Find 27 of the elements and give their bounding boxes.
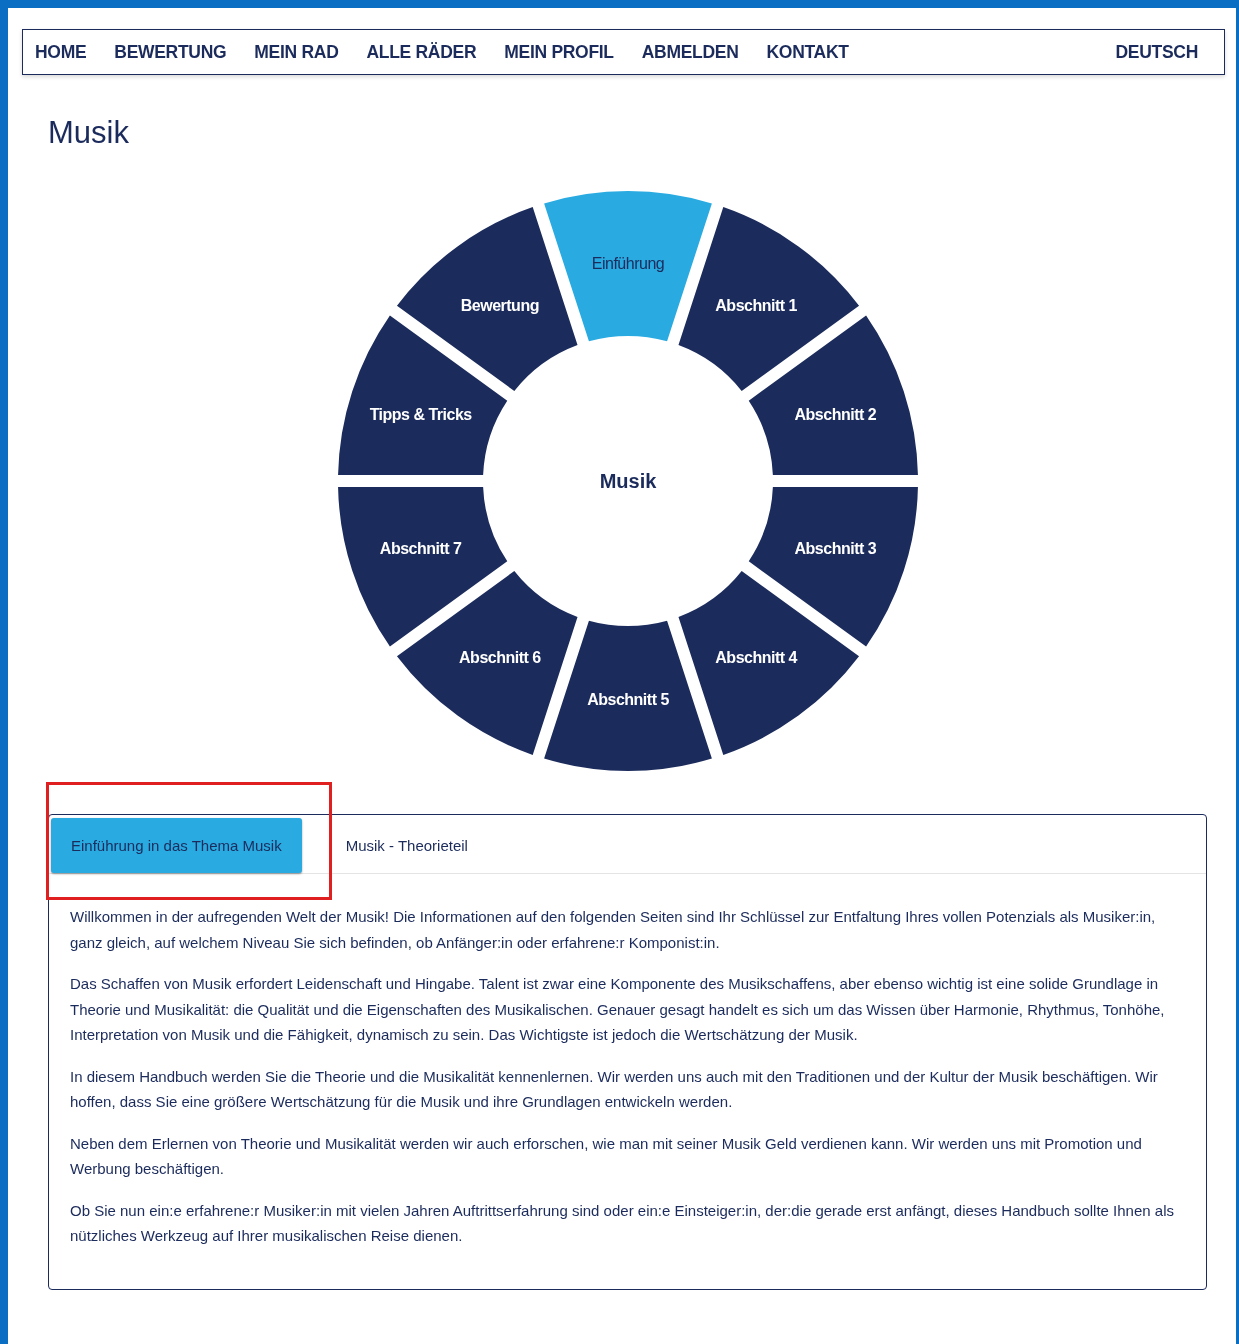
wheel-segment[interactable]: Abschnitt 2 [748,315,918,475]
nav-link[interactable]: HOME [35,41,87,63]
paragraph: Willkommen in der aufregenden Welt der Musik! Die Informationen auf den folgenden Seiten sind Ihr Schlüssel zur Entfaltung Ihres vollen Potenzials als Musiker:in, ganz gleich, auf welchem Niveau Sie sich befinden, ob Anfänger:in oder erfahrene:r Komponist:in. [70,907,1157,953]
wheel-segment[interactable]: Tipps & Tricks [337,315,507,475]
language-link[interactable]: DEUTSCH [1115,41,1198,63]
tab[interactable]: Einführung in das Thema Musik [51,817,302,873]
nav-link[interactable]: MEIN RAD [254,41,339,63]
paragraph: In diesem Handbuch werden Sie die Theorie und die Musikalität kennenlernen. Wir werden uns auch mit den Traditionen und der Kultur der Musik beschäftigen. Wir hoffen, dass Sie eine größere Wertschätzung für die Musik und ihre Grundlagen entwickeln werden. [70,1066,1159,1112]
nav-link[interactable]: MEIN PROFIL [504,41,614,63]
wheel-segment[interactable]: Einführung [543,191,712,342]
paragraph: Das Schaffen von Musik erfordert Leidenschaft und Hingabe. Talent ist zwar eine Komponente des Musikschaffens, aber ebenso wichtig ist eine solide Grundlage in Theorie und Musikalität: die Qualität und die Eigenschaften des Musikalischen. Genauer gesagt handelt es sich um das Wissen über Harmonie, Rhythmus, Tonhöhe, Interpretation von Musik und die Fähigkeit, dynamisch zu sein. Das Wichtigste ist jedoch die Wertschätzung der Musik. [70,974,1166,1045]
tab[interactable]: Musik - Theorieteil [325,817,488,873]
nav-link[interactable]: KONTAKT [766,41,849,63]
wheel-segment[interactable]: Bewertung [396,207,577,391]
wheel-segment[interactable]: Abschnitt 5 [543,620,712,771]
nav-link[interactable]: BEWERTUNG [114,41,227,63]
wheel-center-label: Musik [599,470,656,492]
page-title: Musik [48,115,130,151]
nav-link[interactable]: ABMELDEN [641,41,739,63]
paragraph: Ob Sie nun ein:e erfahrene:r Musiker:in mit vielen Jahren Auftrittserfahrung sind oder ein:e Einsteiger:in, der:die gerade erst anfängt, dieses Handbuch sollte Ihnen als nützliches Werkzeug auf Ihrer musikalischen Reise dienen. [70,1200,1175,1246]
nav-link[interactable]: ALLE RÄDER [366,41,477,63]
wheel-segment[interactable]: Abschnitt 1 [678,207,859,391]
wheel-segment[interactable]: Abschnitt 6 [396,571,577,755]
wheel-segment[interactable]: Abschnitt 4 [678,571,859,755]
wheel-segment[interactable]: Abschnitt 3 [748,487,918,647]
wheel-segment[interactable]: Abschnitt 7 [337,487,507,647]
paragraph: Neben dem Erlernen von Theorie und Musikalität werden wir auch erforschen, wie man mit seiner Musik Geld verdienen kann. Wir werden uns mit Promotion und Werbung beschäftigen. [70,1133,1143,1179]
